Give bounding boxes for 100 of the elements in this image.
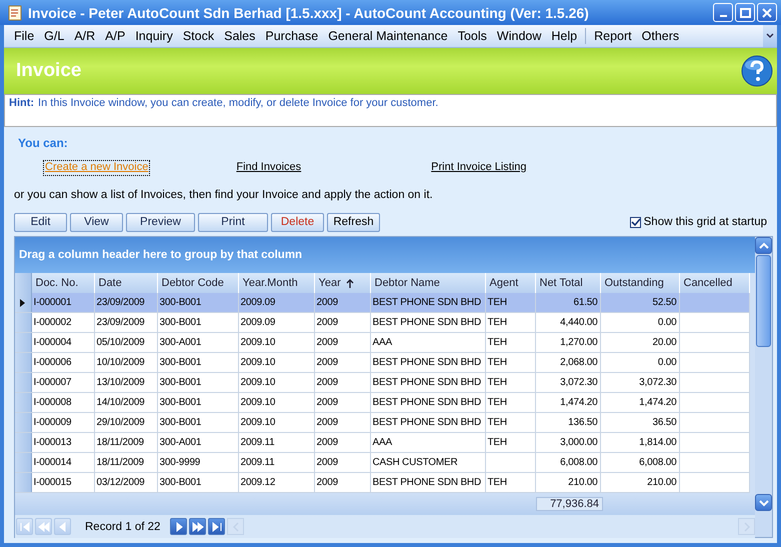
action-button[interactable]: View [70, 212, 123, 232]
table-row[interactable]: I-000014 18/11/2009 300-9999 2009.11 2009 CASH CUSTOMER 6,008.00 6,008.00 [15, 452, 749, 472]
table-cell: 1,814.00 [600, 432, 679, 452]
table-cell: 23/09/2009 [94, 312, 157, 332]
table-cell: TEH [485, 412, 535, 432]
table-row[interactable]: I-000009 29/10/2009 300-B001 2009.10 2009 BEST PHONE SDN BHD TEH 136.50 36.50 [15, 412, 749, 432]
table-cell: 3,072.30 [535, 372, 600, 392]
help-icon [741, 55, 773, 87]
maximize-button[interactable] [735, 3, 755, 22]
vertical-scrollbar[interactable] [755, 237, 772, 537]
column-header[interactable]: Date [94, 273, 157, 293]
link[interactable]: Print Invoice Listing [429, 160, 529, 176]
action-button[interactable]: Refresh [327, 212, 380, 232]
column-header[interactable]: Debtor Name [370, 273, 485, 293]
hint-text: In this Invoice window, you can create, modify, or delete Invoice for your customer. [38, 97, 438, 109]
hint-label: Hint: [9, 97, 34, 109]
table-cell: BEST PHONE SDN BHD [370, 293, 485, 312]
overflow-button[interactable] [763, 25, 777, 47]
table-row[interactable]: I-000002 23/09/2009 300-B001 2009.09 2009 BEST PHONE SDN BHD TEH 4,440.00 0.00 [15, 312, 749, 332]
table-cell: TEH [485, 372, 535, 392]
table-cell: 2009 [314, 312, 370, 332]
menu-item[interactable]: Purchase [260, 29, 324, 43]
page-title: Invoice [16, 60, 82, 82]
table-row[interactable]: I-000008 14/10/2009 300-B001 2009.10 2009 BEST PHONE SDN BHD TEH 1,474.20 1,474.20 [15, 392, 749, 412]
column-header[interactable]: Outstanding [600, 273, 679, 293]
table-cell: 2009.10 [238, 392, 314, 412]
table-cell: BEST PHONE SDN BHD [370, 392, 485, 412]
menu-item[interactable]: Report [589, 29, 637, 43]
sort-ascending-icon [346, 278, 354, 288]
table-row[interactable]: I-000013 18/11/2009 300-A001 2009.11 2009 AAA TEH 3,000.00 1,814.00 [15, 432, 749, 452]
menu-item[interactable]: File [9, 29, 40, 43]
table-cell: TEH [485, 432, 535, 452]
menu-item[interactable]: A/R [69, 29, 100, 43]
table-cell: 0.00 [600, 312, 679, 332]
column-header[interactable]: Year [314, 273, 370, 293]
table-cell: 300-A001 [157, 332, 238, 352]
table-cell: 2009.11 [238, 452, 314, 472]
table-cell: I-000001 [31, 293, 94, 312]
section-label: You can: [18, 136, 69, 150]
menu-item[interactable]: Help [546, 29, 582, 43]
action-button[interactable]: Print [198, 212, 268, 232]
menu-item[interactable]: Stock [178, 29, 220, 43]
menu-item[interactable]: G/L [39, 29, 70, 43]
table-cell: 2009 [314, 372, 370, 392]
group-panel-text: Drag a column header here to group by that column [19, 249, 302, 261]
table-cell: 10/10/2009 [94, 352, 157, 372]
table-cell: TEH [485, 332, 535, 352]
table-cell: TEH [485, 352, 535, 372]
table-cell: I-000013 [31, 432, 94, 452]
table-cell: 2009 [314, 432, 370, 452]
menu-item[interactable]: Sales [219, 29, 260, 43]
menu-item[interactable]: Others [636, 29, 684, 43]
table-cell: AAA [370, 332, 485, 352]
instruction-text: or you can show a list of Invoices, then find your Invoice and apply the action on it. [14, 189, 434, 201]
table-row[interactable]: I-000001 23/09/2009 300-B001 2009.09 2009 BEST PHONE SDN BHD TEH 61.50 52.50 [15, 293, 749, 312]
column-header[interactable]: Year.Month [238, 273, 314, 293]
action-button[interactable]: Preview [126, 212, 195, 232]
next-record-button[interactable] [170, 518, 188, 535]
link[interactable]: Find Invoices [234, 160, 304, 176]
document-icon [8, 4, 22, 20]
double-triangle-right-icon [190, 520, 205, 534]
table-cell: 1,474.20 [535, 392, 600, 412]
table-cell: TEH [485, 293, 535, 312]
column-header[interactable]: Net Total [535, 273, 600, 293]
scroll-down-button[interactable] [755, 494, 772, 511]
help-button[interactable] [741, 55, 773, 87]
table-cell: 13/10/2009 [94, 372, 157, 392]
last-record-button[interactable] [208, 518, 226, 535]
scroll-thumb[interactable] [756, 255, 771, 347]
table-cell: 2009 [314, 332, 370, 352]
table-cell: TEH [485, 312, 535, 332]
menu-item[interactable]: Inquiry [130, 29, 178, 43]
scroll-up-button[interactable] [755, 237, 772, 254]
menu-item[interactable]: A/P [100, 29, 130, 43]
table-row[interactable]: I-000004 05/10/2009 300-A001 2009.10 2009 AAA TEH 1,270.00 20.00 [15, 332, 749, 352]
table-row[interactable]: I-000006 10/10/2009 300-B001 2009.10 2009 BEST PHONE SDN BHD TEH 2,068.00 0.00 [15, 352, 749, 372]
checkbox[interactable] [630, 216, 641, 228]
action-button[interactable]: Edit [14, 212, 67, 232]
table-cell: 2009.10 [238, 352, 314, 372]
menu-item[interactable]: Tools [452, 29, 492, 43]
column-header[interactable]: Cancelled [679, 273, 749, 293]
table-cell: 136.50 [535, 412, 600, 432]
menu-item[interactable]: General Maintenance [323, 29, 453, 43]
record-counter: Record 1 of 22 [84, 520, 162, 532]
column-header[interactable]: Agent [485, 273, 535, 293]
table-cell: 3,072.30 [600, 372, 679, 392]
table-cell: 0.00 [600, 352, 679, 372]
menu-item[interactable]: Window [492, 29, 546, 43]
column-header[interactable]: Doc. No. [31, 273, 94, 293]
table-row[interactable]: I-000007 13/10/2009 300-B001 2009.10 2009 BEST PHONE SDN BHD TEH 3,072.30 3,072.30 [15, 372, 749, 392]
column-header[interactable]: Debtor Code [157, 273, 238, 293]
close-button[interactable] [757, 3, 777, 22]
checkbox-label: Show this grid at startup [644, 216, 767, 228]
table-cell: 2009.10 [238, 412, 314, 432]
table-cell: 300-B001 [157, 312, 238, 332]
next-page-button[interactable] [189, 518, 206, 535]
action-button[interactable]: Delete [271, 212, 324, 232]
minimize-button[interactable] [713, 3, 733, 22]
table-cell: 18/11/2009 [94, 452, 157, 472]
table-cell: BEST PHONE SDN BHD [370, 412, 485, 432]
